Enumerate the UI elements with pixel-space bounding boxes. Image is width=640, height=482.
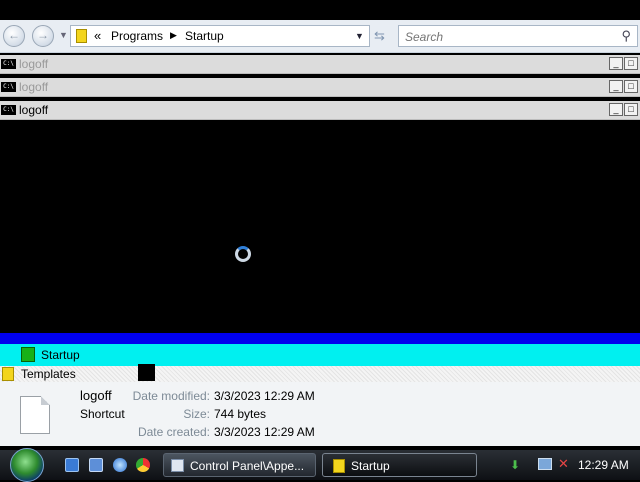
recent-pages-dropdown-icon[interactable]: ▼ [59,30,68,40]
size-value: 744 bytes [214,407,267,421]
address-dropdown-icon[interactable]: ▼ [355,31,364,41]
search-icon[interactable]: ⚲ [621,28,631,44]
black-square [138,364,155,381]
list-item-label: Templates [21,367,76,381]
date-created-label: Date created: [137,425,210,439]
back-arrow-icon: ← [8,28,20,42]
console-title: logoff [19,57,49,71]
maximize-button[interactable]: □ [624,57,638,70]
taskbar-button-label: Control Panel\Appe... [190,459,305,473]
forward-button[interactable]: → [32,25,54,47]
size-label: Size: [183,407,210,421]
switch-windows-icon[interactable] [89,458,103,472]
date-created-value: 3/3/2023 12:29 AM [214,425,315,439]
chrome-icon[interactable] [136,458,150,472]
console-window-3[interactable]: C:\ logoff _ □ [0,101,640,120]
maximize-button[interactable]: □ [624,80,638,93]
details-pane: logoff Shortcut Date modified: 3/3/2023 … [0,382,640,446]
taskbar-button-label: Startup [351,459,390,473]
console-title: logoff [19,80,49,94]
console-window-1[interactable]: C:\ logoff _ □ [0,55,640,74]
breadcrumb-overflow[interactable]: « [94,28,101,43]
search-box[interactable]: ⚲ [398,25,638,47]
breadcrumb-programs[interactable]: Programs [111,29,163,43]
tray-clock[interactable]: 12:29 AM [578,458,629,472]
show-desktop-icon[interactable] [65,458,79,472]
search-input[interactable] [403,28,607,46]
address-box[interactable]: « Programs ▶ Startup ▼ [70,25,370,47]
busy-spinner-icon [235,246,251,262]
cmd-icon: C:\ [1,59,16,69]
list-item-highlight[interactable] [0,333,640,344]
refresh-icon[interactable]: ⇆ [374,28,385,44]
cmd-icon: C:\ [1,105,16,115]
back-button[interactable]: ← [3,25,25,47]
tray-volume-muted-icon[interactable]: ✕ [558,456,569,472]
folder-icon [2,367,14,381]
tray-safely-remove-icon[interactable]: ⬇ [510,458,524,472]
list-item-startup[interactable]: Startup [0,344,640,366]
list-item-templates[interactable]: Templates [0,366,640,382]
control-panel-icon [171,459,184,472]
taskbar-button-control-panel[interactable]: Control Panel\Appe... [163,453,316,477]
tray-network-icon[interactable] [538,458,552,470]
internet-explorer-icon[interactable] [113,458,127,472]
shortcut-file-icon [20,396,50,434]
forward-arrow-icon: → [37,28,49,42]
cmd-icon: C:\ [1,82,16,92]
taskbar-button-startup[interactable]: Startup [322,453,477,477]
taskbar: Control Panel\Appe... Startup ⬇ ✕ 12:29 … [0,448,640,482]
minimize-button[interactable]: _ [609,57,623,70]
explorer-address-bar: ← → ▼ « Programs ▶ Startup ▼ ⇆ ⚲ [0,20,640,53]
breadcrumb-separator-icon[interactable]: ▶ [170,30,177,41]
folder-icon [333,459,345,473]
folder-icon [76,29,87,43]
start-button[interactable] [10,448,44,482]
maximize-button[interactable]: □ [624,103,638,116]
minimize-button[interactable]: _ [609,80,623,93]
console-window-2[interactable]: C:\ logoff _ □ [0,78,640,97]
folder-icon [21,347,35,362]
list-item-label: Startup [41,348,80,362]
breadcrumb-startup[interactable]: Startup [185,29,224,43]
console-title: logoff [19,103,49,117]
date-modified-value: 3/3/2023 12:29 AM [214,389,315,403]
date-modified-label: Date modified: [132,389,210,403]
minimize-button[interactable]: _ [609,103,623,116]
